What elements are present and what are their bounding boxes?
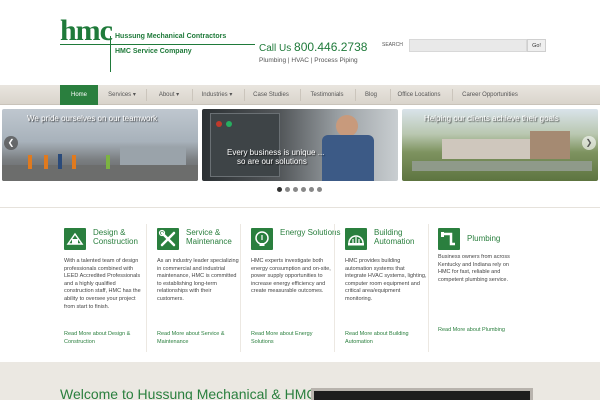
logo-rule bbox=[60, 44, 255, 45]
slide-caption: so are our solutions bbox=[237, 157, 307, 166]
technician-body bbox=[322, 135, 374, 181]
panel-light bbox=[226, 121, 232, 127]
service-title[interactable]: Building Automation bbox=[374, 228, 440, 246]
arrow-right-icon[interactable]: ❯ bbox=[582, 136, 596, 150]
service-title[interactable]: Service & Maintenance bbox=[186, 228, 252, 246]
nav-separator bbox=[244, 89, 245, 101]
campus-building-image bbox=[530, 131, 570, 159]
nav-career-opportunities[interactable]: Career Opportunities bbox=[458, 85, 522, 105]
arrow-left-icon[interactable]: ❮ bbox=[4, 136, 18, 150]
nav-separator bbox=[390, 89, 391, 101]
technician-head bbox=[336, 115, 358, 137]
video-player[interactable] bbox=[311, 388, 533, 400]
service-separator bbox=[146, 224, 147, 352]
nav-separator bbox=[355, 89, 356, 101]
slide-caption: We pride ourselves on our teamwork bbox=[27, 114, 158, 123]
read-more-link[interactable]: Read More about Service & Maintenance bbox=[157, 331, 242, 346]
worker-figure bbox=[106, 155, 110, 169]
service-description: With a talented team of design professio… bbox=[64, 258, 141, 310]
service-title[interactable]: Energy Solutions bbox=[280, 228, 346, 237]
slide-caption: Every business is unique ... bbox=[227, 148, 325, 157]
slide-caption: Helping our clients achieve their goals bbox=[424, 114, 559, 123]
service-description: HMC experts investigate both energy cons… bbox=[251, 258, 331, 295]
slide-teamwork[interactable]: We pride ourselves on our teamwork bbox=[2, 109, 198, 181]
worker-figure bbox=[44, 155, 48, 169]
call-label: Call Us bbox=[259, 43, 292, 54]
slide-client-goals[interactable]: Helping our clients achieve their goals bbox=[402, 109, 598, 181]
nav-separator bbox=[300, 89, 301, 101]
slider-dot-4[interactable] bbox=[301, 187, 306, 192]
nav-services[interactable]: Services ▾ bbox=[101, 85, 143, 105]
phone-number[interactable]: 800.446.2738 bbox=[294, 40, 367, 54]
nav-separator bbox=[146, 89, 147, 101]
service-title[interactable]: Design & Construction bbox=[93, 228, 159, 246]
services-tagline: Plumbing | HVAC | Process Piping bbox=[259, 57, 358, 64]
slider-dot-2[interactable] bbox=[285, 187, 290, 192]
logo-company-name: Hussung Mechanical Contractors bbox=[115, 33, 227, 40]
nav-separator bbox=[452, 89, 453, 101]
logo-wordmark: hmc bbox=[60, 14, 113, 47]
search-go-button[interactable]: Go! bbox=[527, 39, 546, 52]
read-more-link[interactable]: Read More about Energy Solutions bbox=[251, 331, 336, 346]
nav-blog[interactable]: Blog bbox=[360, 85, 382, 105]
slide-unique-solutions[interactable]: Every business is unique ... so are our … bbox=[202, 109, 398, 181]
building-dome-icon[interactable] bbox=[345, 228, 367, 250]
service-separator bbox=[334, 224, 335, 352]
slider-dot-3[interactable] bbox=[293, 187, 298, 192]
campus-building-image bbox=[442, 139, 532, 159]
pipe-icon[interactable] bbox=[438, 228, 460, 250]
lightbulb-icon[interactable] bbox=[251, 228, 273, 250]
worker-figure bbox=[28, 155, 32, 169]
logo-rule-vertical bbox=[110, 36, 111, 72]
parking-lot bbox=[412, 161, 592, 171]
section-divider bbox=[0, 207, 600, 208]
service-description: As an industry leader specializing in co… bbox=[157, 258, 239, 302]
service-description: Business owners from across Kentucky and… bbox=[438, 254, 510, 283]
logo-service-company: HMC Service Company bbox=[115, 48, 192, 55]
call-us: Call Us 800.446.2738 bbox=[259, 40, 367, 54]
nav-office-locations[interactable]: Office Locations bbox=[394, 85, 444, 105]
welcome-heading: Welcome to Hussung Mechanical & HMC bbox=[60, 386, 317, 400]
service-separator bbox=[240, 224, 241, 352]
nav-case-studies[interactable]: Case Studies bbox=[248, 85, 294, 105]
slider-dot-6[interactable] bbox=[317, 187, 322, 192]
wrench-tools-icon[interactable] bbox=[157, 228, 179, 250]
main-nav: Home Services ▾ About ▾ Industries ▾ Cas… bbox=[0, 85, 600, 105]
service-separator bbox=[428, 224, 429, 352]
nav-home[interactable]: Home bbox=[60, 85, 98, 105]
slider-dot-1[interactable] bbox=[277, 187, 282, 192]
read-more-link[interactable]: Read More about Design & Construction bbox=[64, 331, 149, 346]
search-input[interactable] bbox=[409, 39, 527, 52]
worker-figure bbox=[58, 154, 62, 169]
nav-industries[interactable]: Industries ▾ bbox=[195, 85, 239, 105]
search-label: SEARCH bbox=[382, 42, 403, 48]
service-description: HMC provides building automation systems… bbox=[345, 258, 427, 302]
nav-testimonials[interactable]: Testimonials bbox=[304, 85, 350, 105]
panel-light bbox=[216, 121, 222, 127]
slider-dot-5[interactable] bbox=[309, 187, 314, 192]
read-more-link[interactable]: Read More about Building Automation bbox=[345, 331, 430, 346]
slider-pagination bbox=[274, 187, 334, 195]
nav-separator bbox=[192, 89, 193, 101]
hmc-logo[interactable]: hmc Hussung Mechanical Contractors HMC S… bbox=[60, 16, 255, 74]
service-title[interactable]: Plumbing bbox=[467, 234, 533, 243]
design-construction-icon[interactable] bbox=[64, 228, 86, 250]
read-more-link[interactable]: Read More about Plumbing bbox=[438, 327, 523, 335]
worker-figure bbox=[72, 155, 76, 169]
nav-about[interactable]: About ▾ bbox=[149, 85, 189, 105]
site-header: hmc Hussung Mechanical Contractors HMC S… bbox=[0, 0, 600, 85]
hero-slider: We pride ourselves on our teamwork Every… bbox=[0, 107, 600, 182]
